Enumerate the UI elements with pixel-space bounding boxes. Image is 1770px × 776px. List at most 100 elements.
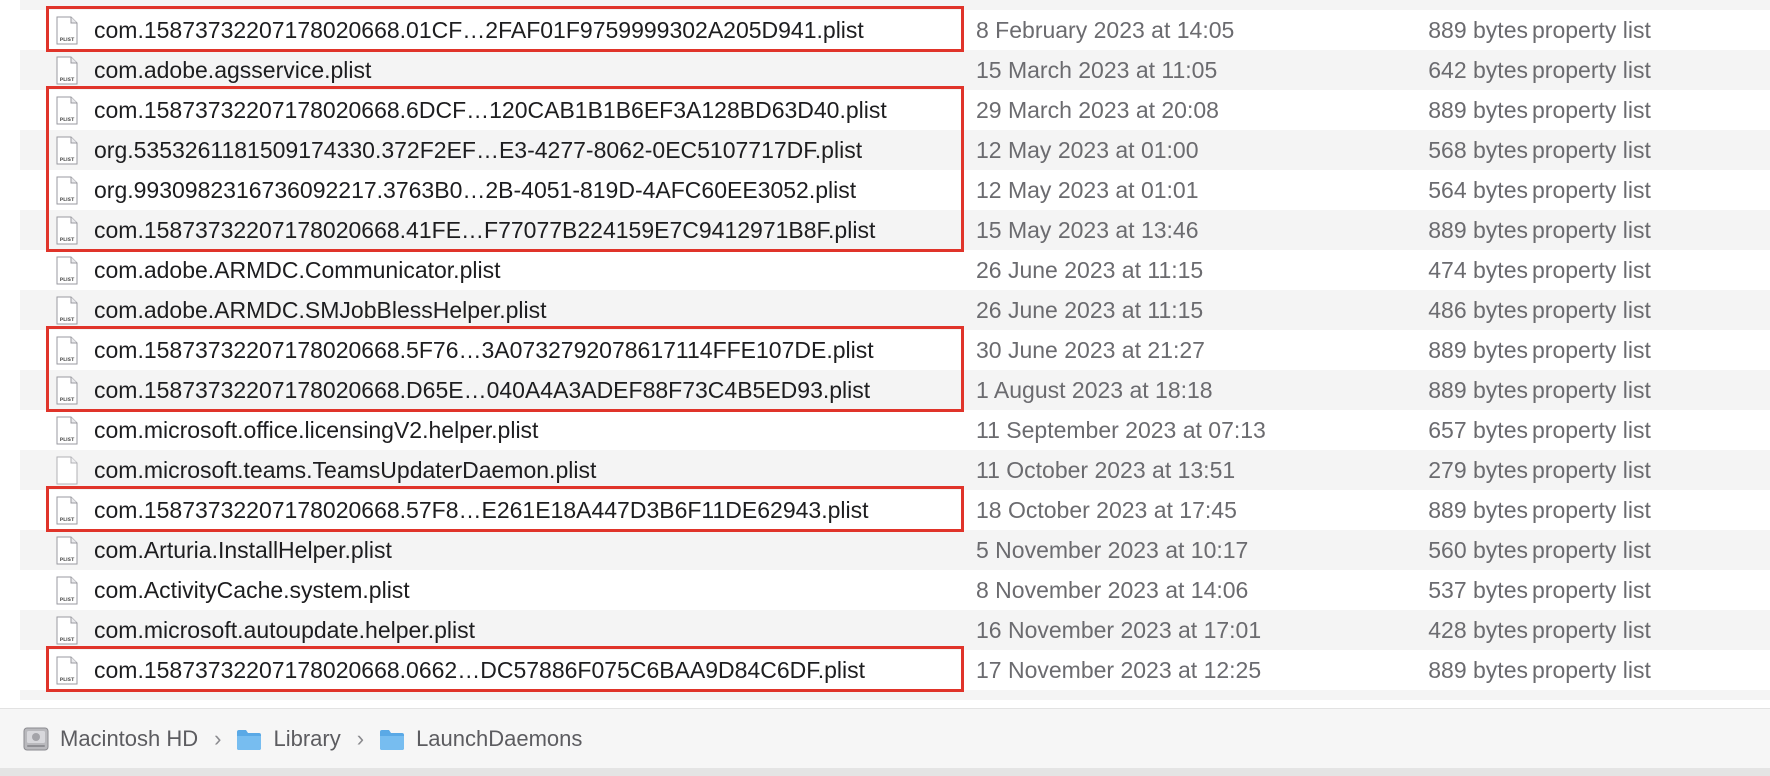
date-modified: 11 September 2023 at 07:13 — [976, 417, 1266, 443]
file-row[interactable]: PLIST com.microsoft.autoupdate.helper.pli… — [20, 610, 1770, 650]
file-size: 889 bytes — [1428, 97, 1528, 123]
file-kind: property list — [1532, 577, 1651, 603]
file-row[interactable]: PLIST com.adobe.ARMDC.SMJobBlessHelper.pl… — [20, 290, 1770, 330]
date-modified: 30 June 2023 at 21:27 — [976, 337, 1205, 363]
svg-text:PLIST: PLIST — [60, 397, 75, 403]
file-row[interactable]: PLIST com.Arturia.InstallHelper.plist 5 No… — [20, 530, 1770, 570]
path-item-launchdaemons[interactable]: LaunchDaemons — [378, 726, 582, 752]
date-modified: 1 August 2023 at 18:18 — [976, 377, 1213, 403]
file-name: com.microsoft.teams.TeamsUpdaterDaemon.p… — [94, 457, 597, 483]
file-size: 889 bytes — [1428, 657, 1528, 683]
svg-text:PLIST: PLIST — [60, 517, 75, 523]
plist-file-icon: PLIST — [56, 136, 78, 165]
file-size: 889 bytes — [1428, 337, 1528, 363]
file-kind: property list — [1532, 377, 1651, 403]
date-modified: 26 June 2023 at 11:15 — [976, 297, 1204, 323]
file-row[interactable]: PLIST org.5353261181509174330.372F2EF…E3-… — [20, 130, 1770, 170]
folder-icon — [380, 730, 405, 750]
partial-row[interactable] — [20, 0, 1770, 10]
file-size: 889 bytes — [1428, 377, 1528, 403]
file-name: org.5353261181509174330.372F2EF…E3-4277-… — [94, 137, 863, 163]
file-row[interactable]: PLIST com.adobe.agsservice.plist 15 March … — [20, 50, 1770, 90]
plist-file-icon: PLIST — [56, 576, 78, 605]
folder-icon — [237, 730, 262, 750]
file-name: com.15873732207178020668.0662…DC57886F07… — [94, 657, 866, 683]
plist-file-icon: PLIST — [56, 496, 78, 525]
file-kind: property list — [1532, 257, 1651, 283]
file-kind: property list — [1532, 217, 1651, 243]
svg-text:PLIST: PLIST — [60, 117, 75, 123]
file-row[interactable]: PLIST com.microsoft.office.licensingV2.he… — [20, 410, 1770, 450]
file-size: 642 bytes — [1428, 57, 1528, 83]
file-rows: PLIST com.15873732207178020668.01CF…2FAF0… — [0, 10, 1770, 700]
file-row[interactable]: PLIST com.adobe.ARMDC.Communicator.plist 2… — [20, 250, 1770, 290]
date-modified: 15 May 2023 at 13:46 — [976, 217, 1199, 243]
file-row[interactable]: PLIST com.15873732207178020668.41FE…F7707… — [20, 210, 1770, 250]
file-row[interactable]: com.microsoft.teams.TeamsUpdaterDaemon.p… — [20, 450, 1770, 490]
file-kind: property list — [1532, 137, 1651, 163]
file-size: 474 bytes — [1428, 257, 1528, 283]
file-row[interactable]: PLIST com.15873732207178020668.01CF…2FAF0… — [20, 10, 1770, 50]
plist-file-icon: PLIST — [56, 416, 78, 445]
file-kind: property list — [1532, 97, 1651, 123]
date-modified: 29 March 2023 at 20:08 — [976, 97, 1219, 123]
path-label: LaunchDaemons — [416, 726, 583, 751]
svg-text:PLIST: PLIST — [60, 677, 75, 683]
file-row[interactable]: PLIST com.15873732207178020668.6DCF…120CA… — [20, 90, 1770, 130]
plist-file-icon: PLIST — [56, 536, 78, 565]
plist-file-icon: PLIST — [56, 616, 78, 645]
svg-text:PLIST: PLIST — [60, 437, 75, 443]
file-row[interactable]: PLIST org.9930982316736092217.3763B0…2B-4… — [20, 170, 1770, 210]
file-list[interactable]: PLIST com.15873732207178020668.01CF…2FAF0… — [0, 0, 1770, 700]
plist-file-icon: PLIST — [56, 16, 78, 45]
path-item-macintosh-hd[interactable]: Macintosh HD — [22, 726, 198, 752]
file-kind: property list — [1532, 17, 1651, 43]
file-kind: property list — [1532, 457, 1651, 483]
file-kind: property list — [1532, 617, 1651, 643]
svg-text:PLIST: PLIST — [60, 637, 75, 643]
file-row[interactable]: PLIST com.15873732207178020668.57F8…E261E… — [20, 490, 1770, 530]
file-name: com.microsoft.autoupdate.helper.plist — [94, 617, 475, 643]
file-size: 889 bytes — [1428, 17, 1528, 43]
svg-text:PLIST: PLIST — [60, 37, 75, 43]
file-row[interactable]: PLIST com.15873732207178020668.5F76…3A073… — [20, 330, 1770, 370]
file-name: com.Arturia.InstallHelper.plist — [94, 537, 392, 563]
file-kind: property list — [1532, 337, 1651, 363]
date-modified: 8 November 2023 at 14:06 — [976, 577, 1249, 603]
file-kind: property list — [1532, 497, 1651, 523]
plist-file-icon: PLIST — [56, 56, 78, 85]
date-modified: 5 November 2023 at 10:17 — [976, 537, 1249, 563]
plist-file-icon: PLIST — [56, 96, 78, 125]
file-kind: property list — [1532, 657, 1651, 683]
path-label: Library — [273, 726, 341, 751]
file-name: com.15873732207178020668.01CF…2FAF01F975… — [94, 17, 864, 43]
file-size: 486 bytes — [1428, 297, 1528, 323]
blank-file-icon — [56, 456, 78, 485]
date-modified: 12 May 2023 at 01:01 — [976, 177, 1199, 203]
file-name: com.adobe.ARMDC.SMJobBlessHelper.plist — [94, 297, 547, 323]
file-kind: property list — [1532, 57, 1651, 83]
file-row[interactable]: PLIST com.ActivityCache.system.plist 8 Nov… — [20, 570, 1770, 610]
file-name: com.adobe.agsservice.plist — [94, 57, 372, 83]
plist-file-icon: PLIST — [56, 176, 78, 205]
file-name: com.ActivityCache.system.plist — [94, 577, 410, 603]
empty-row — [20, 690, 1770, 700]
file-name: com.microsoft.office.licensingV2.helper.… — [94, 417, 539, 443]
file-kind: property list — [1532, 297, 1651, 323]
path-bar: Macintosh HD › Library › LaunchDaemons — [0, 708, 1770, 769]
hard-drive-icon — [23, 727, 49, 751]
file-row[interactable]: PLIST com.15873732207178020668.0662…DC578… — [20, 650, 1770, 690]
plist-file-icon: PLIST — [56, 336, 78, 365]
file-name: com.adobe.ARMDC.Communicator.plist — [94, 257, 501, 283]
date-modified: 8 February 2023 at 14:05 — [976, 17, 1235, 43]
date-modified: 11 October 2023 at 13:51 — [976, 457, 1236, 483]
svg-text:PLIST: PLIST — [60, 157, 75, 163]
plist-file-icon: PLIST — [56, 656, 78, 685]
file-name: com.15873732207178020668.57F8…E261E18A44… — [94, 497, 869, 523]
file-size: 560 bytes — [1428, 537, 1528, 563]
file-kind: property list — [1532, 417, 1651, 443]
path-item-library[interactable]: Library — [235, 726, 341, 752]
file-size: 889 bytes — [1428, 497, 1528, 523]
svg-text:PLIST: PLIST — [60, 597, 75, 603]
file-row[interactable]: PLIST com.15873732207178020668.D65E…040A4… — [20, 370, 1770, 410]
